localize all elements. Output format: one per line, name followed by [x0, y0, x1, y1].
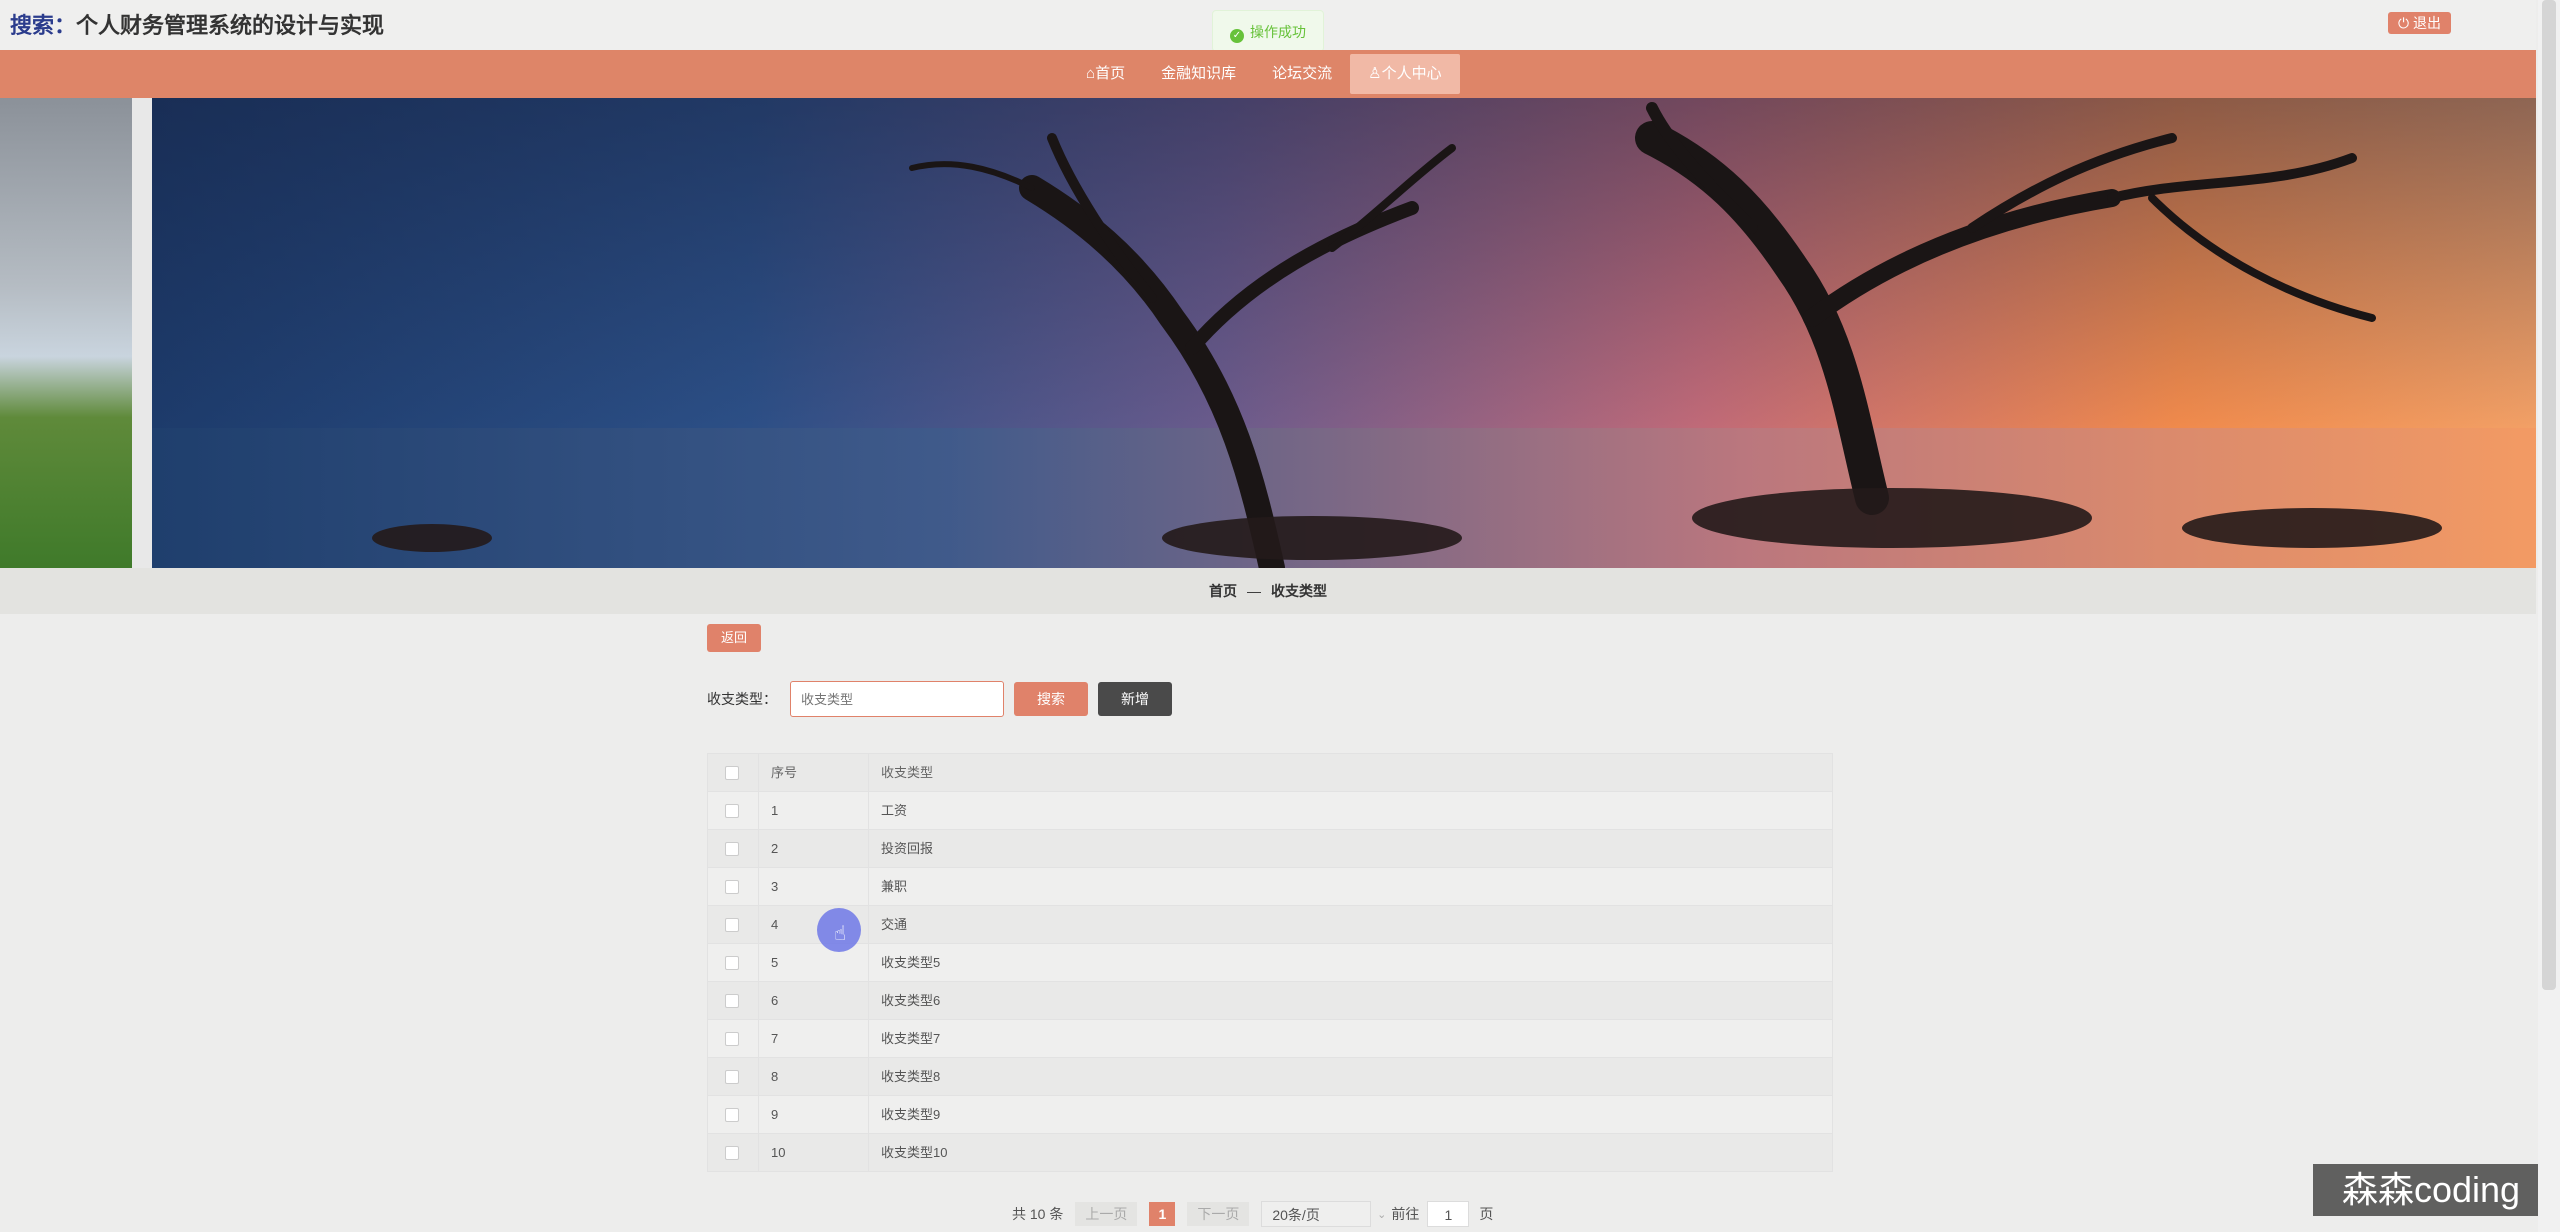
add-button[interactable]: 新增 — [1098, 682, 1172, 716]
row-no: 8 — [759, 1058, 869, 1095]
row-type: 兼职 — [881, 879, 908, 894]
row-no: 2 — [759, 830, 869, 867]
home-icon: ⌂ — [1086, 65, 1096, 82]
hand-pointer-icon: ☝ — [834, 923, 847, 945]
table-row[interactable]: 2 投资回报 — [708, 830, 1832, 868]
row-no: 1 — [759, 792, 869, 829]
row-no: 7 — [759, 1020, 869, 1057]
scrollbar-thumb[interactable] — [2542, 0, 2556, 990]
nav-item-home[interactable]: ⌂首页 — [1068, 50, 1143, 98]
search-button[interactable]: 搜索 — [1014, 682, 1088, 716]
goto-page-input[interactable]: 1 — [1427, 1201, 1470, 1227]
row-checkbox[interactable] — [708, 944, 759, 981]
carousel-current-slide-image — [152, 98, 2536, 568]
pagination-total: 共 10 条 — [1012, 1206, 1064, 1222]
table-header: 序号 收支类型 — [708, 754, 1832, 792]
row-type: 交通 — [881, 917, 908, 932]
row-checkbox[interactable] — [708, 830, 759, 867]
table-row[interactable]: 10 收支类型10 — [708, 1134, 1832, 1172]
check-circle-icon: ✓ — [1230, 29, 1244, 43]
tree-silhouette-graphic — [372, 102, 2442, 568]
row-type: 收支类型5 — [881, 955, 941, 970]
power-icon: ⏻ — [2398, 15, 2413, 31]
table-row[interactable]: 3 兼职 — [708, 868, 1832, 906]
row-type: 工资 — [881, 803, 908, 818]
row-no: 10 — [759, 1134, 869, 1171]
table-row[interactable]: 4 交通 — [708, 906, 1832, 944]
row-type: 收支类型9 — [881, 1107, 941, 1122]
row-checkbox[interactable] — [708, 1058, 759, 1095]
table-row[interactable]: 8 收支类型8 — [708, 1058, 1832, 1096]
data-table: 序号 收支类型 1 工资 2 投资回报 3 兼职 4 交通 5 收支类型5 6 … — [707, 753, 1833, 1172]
goto-label: 前往 — [1391, 1206, 1420, 1222]
row-checkbox[interactable] — [708, 1020, 759, 1057]
row-checkbox[interactable] — [708, 982, 759, 1019]
table-row[interactable]: 7 收支类型7 — [708, 1020, 1832, 1058]
select-all-checkbox[interactable] — [708, 754, 759, 791]
row-no: 6 — [759, 982, 869, 1019]
nav-item-forum[interactable]: 论坛交流 — [1254, 50, 1350, 98]
table-row[interactable]: 6 收支类型6 — [708, 982, 1832, 1020]
row-no: 3 — [759, 868, 869, 905]
page-scrollbar[interactable] — [2538, 0, 2560, 1232]
page-number-1[interactable]: 1 — [1149, 1202, 1176, 1226]
chevron-down-icon: ⌄ — [1377, 1209, 1387, 1221]
search-overlay-text: 搜索： — [10, 13, 77, 38]
main-nav: ⌂首页 金融知识库 论坛交流 ♙个人中心 — [0, 50, 2536, 98]
table-row[interactable]: 5 收支类型5 — [708, 944, 1832, 982]
success-toast: ✓ 操作成功 — [1212, 10, 1324, 52]
row-no: 5 — [759, 944, 869, 981]
row-type: 投资回报 — [881, 841, 934, 856]
watermark: 森森coding — [2313, 1164, 2549, 1216]
user-icon: ♙ — [1368, 65, 1382, 82]
search-input[interactable] — [790, 681, 1004, 717]
row-type: 收支类型8 — [881, 1069, 941, 1084]
carousel-prev-slide-image — [0, 98, 132, 568]
logout-button[interactable]: ⏻ 退出 — [2388, 12, 2451, 34]
row-checkbox[interactable] — [708, 792, 759, 829]
row-no: 9 — [759, 1096, 869, 1133]
nav-item-personal-center[interactable]: ♙个人中心 — [1350, 54, 1460, 94]
breadcrumb: 首页 — 收支类型 — [0, 568, 2536, 614]
row-checkbox[interactable] — [708, 1134, 759, 1171]
page-unit-label: 页 — [1479, 1206, 1494, 1222]
table-row[interactable]: 9 收支类型9 — [708, 1096, 1832, 1134]
row-type: 收支类型10 — [881, 1145, 948, 1160]
back-button[interactable]: 返回 — [707, 624, 761, 652]
pagination: 共 10 条 上一页 1 下一页 20条/页 ⌄ 前往 1 页 — [1012, 1201, 1493, 1227]
row-type: 收支类型7 — [881, 1031, 941, 1046]
breadcrumb-home[interactable]: 首页 — [1209, 583, 1237, 599]
search-label: 收支类型： — [707, 691, 777, 707]
page-size-select[interactable]: 20条/页 ⌄ — [1261, 1201, 1386, 1227]
row-type: 收支类型6 — [881, 993, 941, 1008]
row-checkbox[interactable] — [708, 906, 759, 943]
banner-carousel[interactable] — [0, 98, 2536, 568]
column-header-type[interactable]: 收支类型 — [869, 754, 1832, 791]
nav-item-finance-knowledge[interactable]: 金融知识库 — [1143, 50, 1254, 98]
breadcrumb-current: 收支类型 — [1271, 583, 1327, 599]
site-title: 搜索：个人财务管理系统的设计与实现 — [10, 13, 385, 38]
row-checkbox[interactable] — [708, 868, 759, 905]
next-page-button[interactable]: 下一页 — [1187, 1202, 1250, 1226]
row-checkbox[interactable] — [708, 1096, 759, 1133]
prev-page-button[interactable]: 上一页 — [1075, 1202, 1138, 1226]
column-header-no[interactable]: 序号 — [759, 754, 869, 791]
table-row[interactable]: 1 工资 — [708, 792, 1832, 830]
